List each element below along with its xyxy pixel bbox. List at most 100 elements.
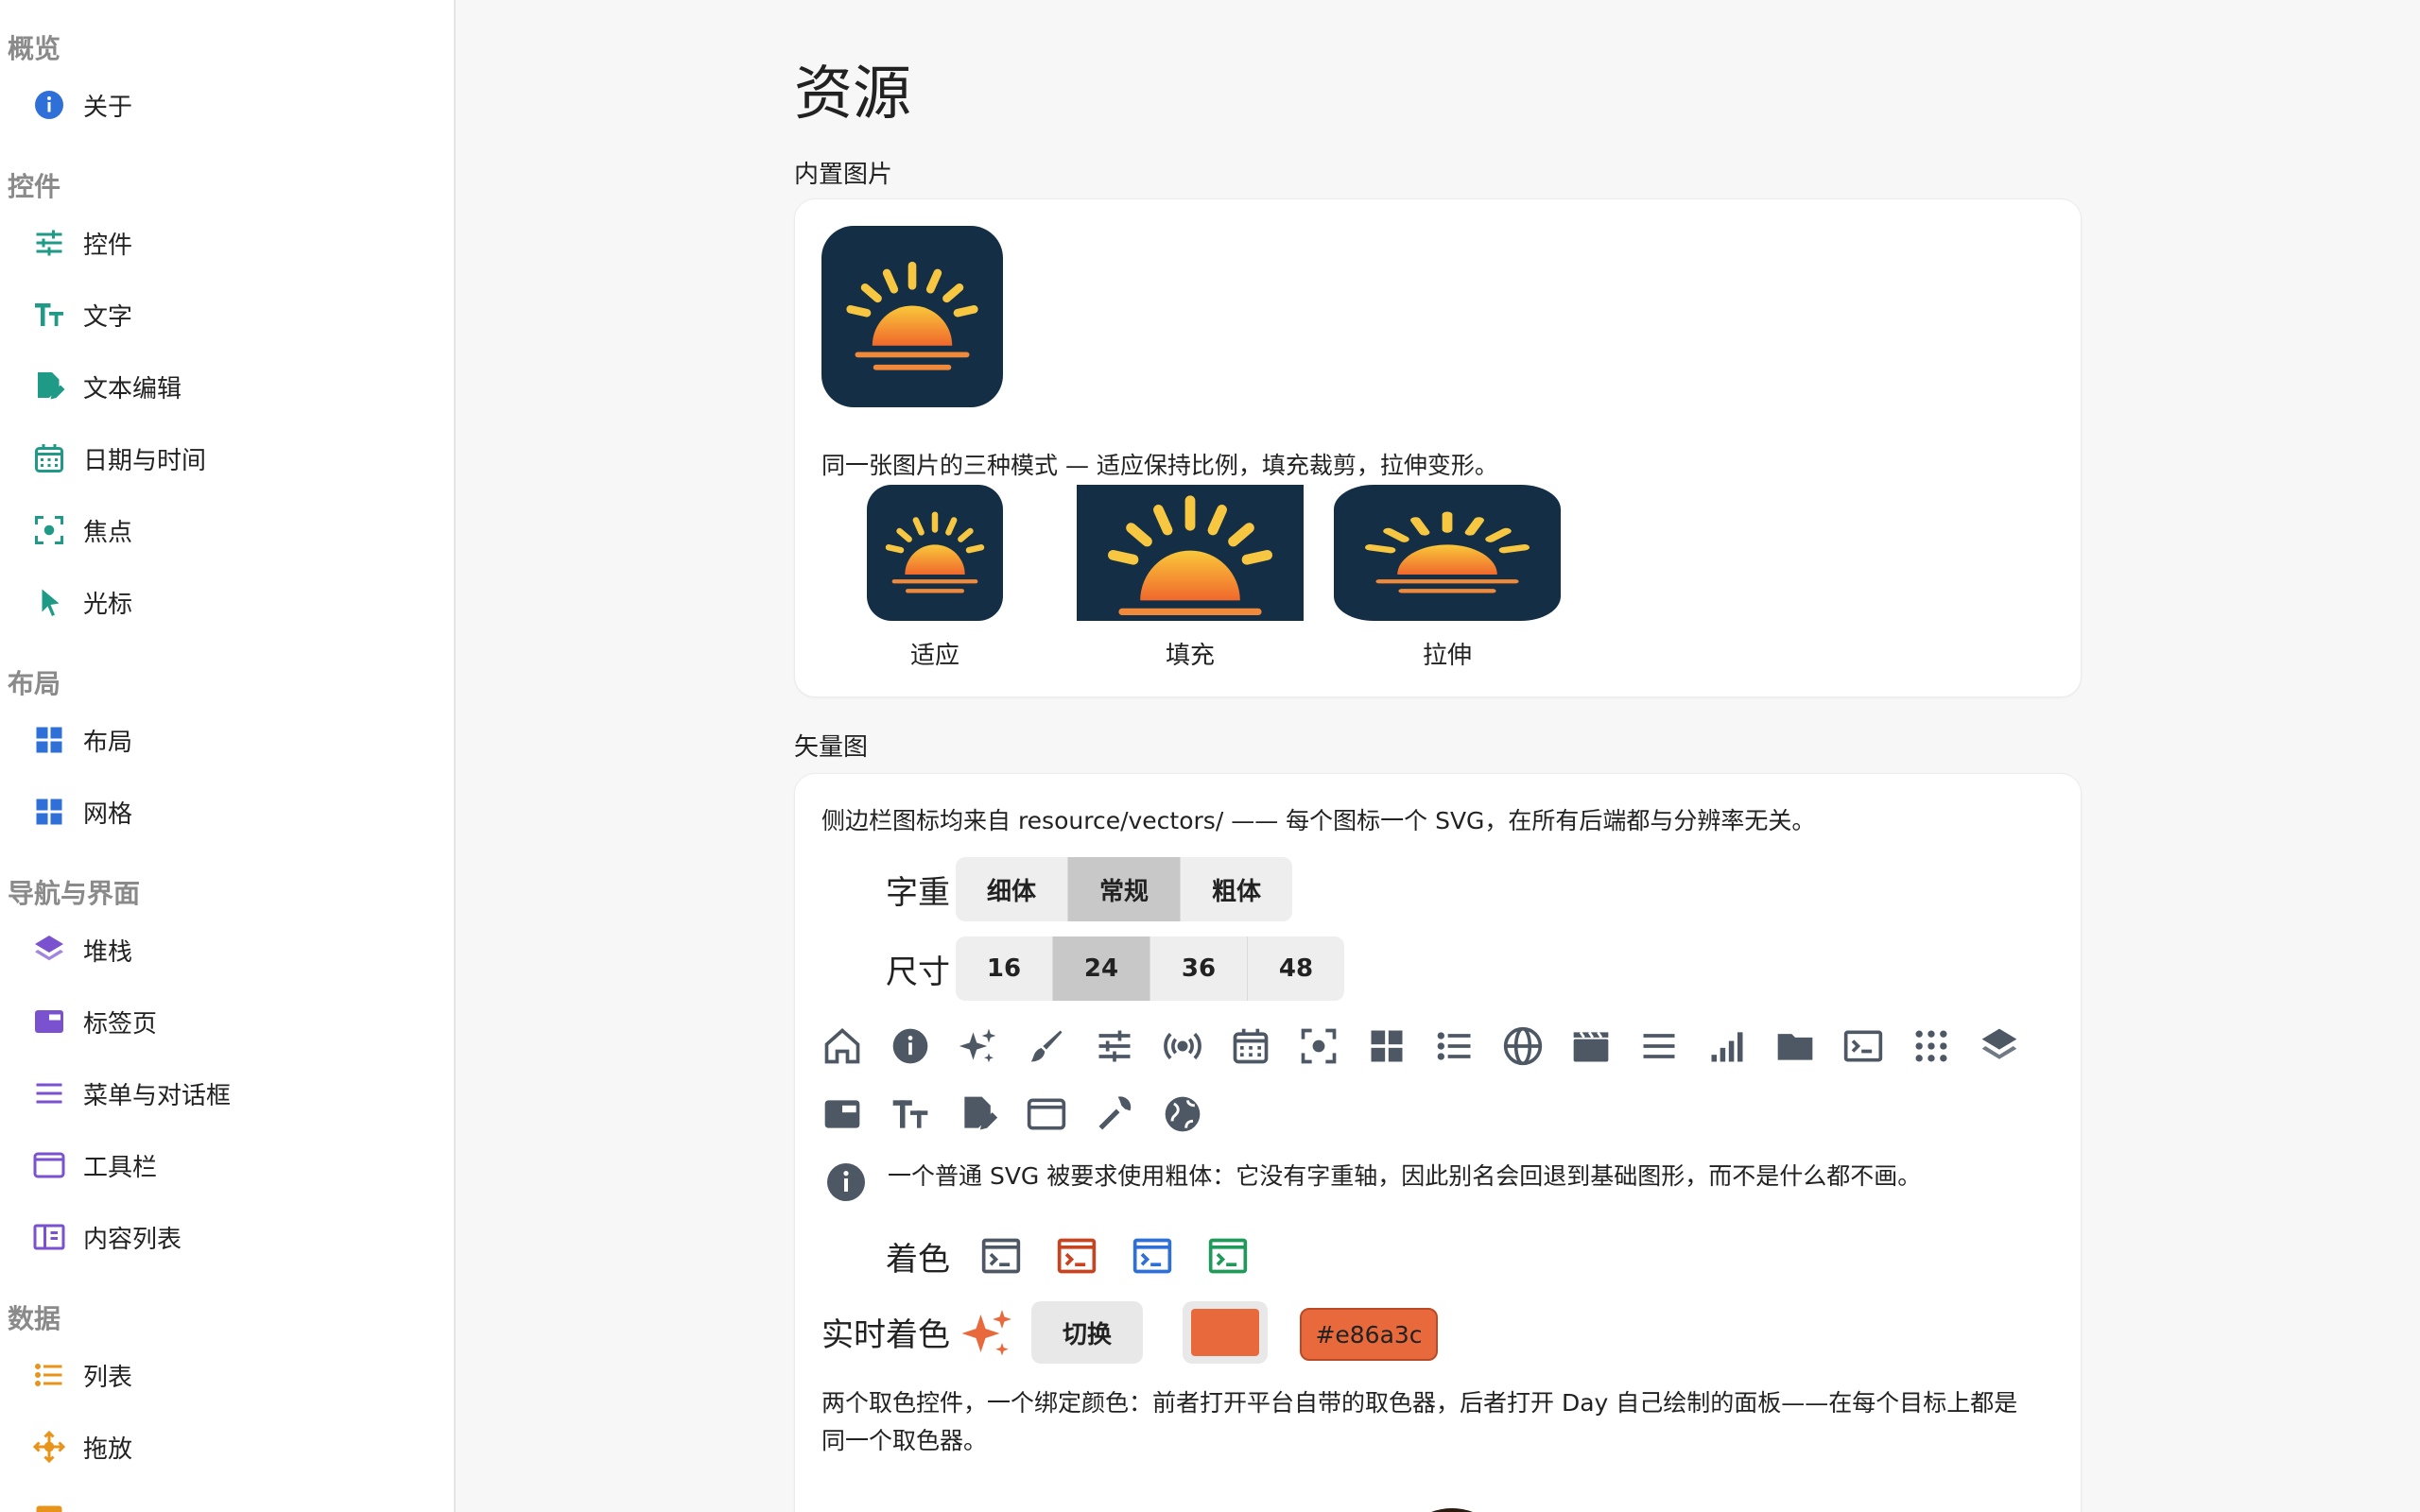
sidebar-section-data: 数据 bbox=[8, 1303, 61, 1334]
layers-icon[interactable] bbox=[1975, 1022, 2024, 1071]
globe-filled-icon[interactable] bbox=[1158, 1090, 1207, 1139]
size-48-button[interactable]: 48 bbox=[1248, 936, 1344, 1001]
sidebar-section-controls: 控件 bbox=[8, 171, 61, 202]
document-edit-icon bbox=[19, 357, 79, 416]
sidebar-item-table[interactable]: … bbox=[19, 1489, 435, 1512]
size-segmented: 16 24 36 48 bbox=[956, 936, 1344, 1001]
color-picker-explanation: 两个取色控件，一个绑定颜色：前者打开平台自带的取色器，后者打开 Day 自己绘制… bbox=[821, 1389, 2018, 1454]
sliders-icon[interactable] bbox=[1090, 1022, 1139, 1071]
info-icon[interactable] bbox=[886, 1022, 935, 1071]
size-24-button[interactable]: 24 bbox=[1053, 936, 1150, 1001]
grid-icon[interactable] bbox=[1362, 1022, 1411, 1071]
sidebar-item-text[interactable]: 文字 bbox=[19, 285, 435, 344]
sidebar-item-menus[interactable]: 菜单与对话框 bbox=[19, 1064, 435, 1123]
sidebar-item-label: 内容列表 bbox=[83, 1225, 182, 1254]
sparkle-icon[interactable] bbox=[954, 1022, 1003, 1071]
sidebar-item-drag-drop[interactable]: 拖放 bbox=[19, 1418, 435, 1476]
sidebar-item-label: 堆栈 bbox=[83, 937, 133, 967]
globe-icon[interactable] bbox=[1498, 1022, 1547, 1071]
bar-chart-icon[interactable] bbox=[1703, 1022, 1752, 1071]
builtin-caption: 同一张图片的三种模式 — 适应保持比例，填充裁剪，拉伸变形。 bbox=[821, 452, 1498, 479]
mode-label-fill: 填充 bbox=[1165, 642, 1215, 670]
text-size-icon[interactable] bbox=[886, 1090, 935, 1139]
size-36-button[interactable]: 36 bbox=[1150, 936, 1248, 1001]
sidebar-item-cursor[interactable]: 光标 bbox=[19, 573, 435, 631]
sidebar-item-layout[interactable]: 布局 bbox=[19, 711, 435, 769]
sidebar-item-tabs[interactable]: 标签页 bbox=[19, 992, 435, 1051]
bold-fallback-note: 一个普通 SVG 被要求使用粗体：它没有字重轴，因此别名会回退到基础图形，而不是… bbox=[888, 1162, 1922, 1190]
builtin-images-card: 同一张图片的三种模式 — 适应保持比例，填充裁剪，拉伸变形。 适应 填充 拉伸 bbox=[794, 198, 2082, 697]
weight-regular-button[interactable]: 常规 bbox=[1068, 857, 1181, 921]
wrench-icon[interactable] bbox=[1090, 1090, 1139, 1139]
cursor-icon bbox=[19, 573, 79, 631]
day-color-picker[interactable]: #e86a3c bbox=[1300, 1308, 1438, 1361]
focus-icon[interactable] bbox=[1294, 1022, 1343, 1071]
broadcast-icon[interactable] bbox=[1158, 1022, 1207, 1071]
sidebar-item-label: 拖放 bbox=[83, 1435, 133, 1464]
book-icon bbox=[19, 1208, 79, 1266]
sidebar-item-label: 菜单与对话框 bbox=[83, 1081, 232, 1110]
calendar-icon[interactable] bbox=[1226, 1022, 1275, 1071]
text-size-icon bbox=[19, 285, 79, 344]
tint-label: 着色 bbox=[886, 1241, 950, 1279]
move-icon bbox=[19, 1418, 79, 1476]
sidebar-item-about[interactable]: 关于 bbox=[19, 76, 435, 134]
builtin-images-header: 内置图片 bbox=[794, 161, 893, 189]
grid-icon bbox=[19, 782, 79, 841]
weight-segmented: 细体 常规 粗体 bbox=[956, 857, 1292, 921]
clapperboard-icon[interactable] bbox=[1566, 1022, 1616, 1071]
note-info-icon bbox=[823, 1160, 869, 1205]
window-icon[interactable] bbox=[1022, 1090, 1071, 1139]
sparkle-icon bbox=[959, 1305, 1016, 1362]
menu-icon[interactable] bbox=[1634, 1022, 1684, 1071]
brush-icon[interactable] bbox=[1022, 1022, 1071, 1071]
weight-bold-button[interactable]: 粗体 bbox=[1181, 857, 1292, 921]
weight-thin-button[interactable]: 细体 bbox=[956, 857, 1068, 921]
layers-icon bbox=[19, 920, 79, 979]
home-icon[interactable] bbox=[818, 1022, 867, 1071]
folder-icon[interactable] bbox=[1771, 1022, 1820, 1071]
info-icon bbox=[19, 76, 79, 134]
vectors-card: 侧边栏图标均来自 resource/vectors/ —— 每个图标一个 SVG… bbox=[794, 773, 2082, 1512]
window-icon bbox=[19, 1136, 79, 1194]
sidebar-item-controls[interactable]: 控件 bbox=[19, 214, 435, 272]
sidebar: 概览 关于 控件 控件 文字 文本编辑 日期与时间 焦点 光标 布局 布局 网格… bbox=[0, 0, 456, 1512]
sidebar-item-label: 关于 bbox=[83, 93, 133, 122]
sidebar-item-label: … bbox=[83, 1504, 108, 1512]
tabs-icon[interactable] bbox=[818, 1090, 867, 1139]
weight-label: 字重 bbox=[886, 874, 950, 912]
live-tint-label: 实时着色 bbox=[821, 1316, 950, 1354]
sidebar-item-focus[interactable]: 焦点 bbox=[19, 501, 435, 559]
sidebar-item-content-list[interactable]: 内容列表 bbox=[19, 1208, 435, 1266]
sidebar-item-grid[interactable]: 网格 bbox=[19, 782, 435, 841]
sidebar-item-text-edit[interactable]: 文本编辑 bbox=[19, 357, 435, 416]
focus-icon bbox=[19, 501, 79, 559]
sidebar-section-overview: 概览 bbox=[8, 33, 61, 64]
sidebar-item-label: 日期与时间 bbox=[83, 446, 207, 475]
sidebar-item-label: 光标 bbox=[83, 590, 133, 619]
size-label: 尺寸 bbox=[886, 954, 950, 991]
page-title: 资源 bbox=[794, 59, 912, 128]
terminal-icon bbox=[1054, 1235, 1101, 1277]
document-edit-icon[interactable] bbox=[954, 1090, 1003, 1139]
list-icon[interactable] bbox=[1430, 1022, 1479, 1071]
terminal-icon[interactable] bbox=[1839, 1022, 1888, 1071]
sidebar-item-label: 列表 bbox=[83, 1363, 133, 1392]
sidebar-item-datetime[interactable]: 日期与时间 bbox=[19, 429, 435, 488]
mode-label-stretch: 拉伸 bbox=[1422, 642, 1472, 670]
sliders-icon bbox=[19, 214, 79, 272]
table-icon bbox=[19, 1489, 79, 1512]
sidebar-item-label: 文本编辑 bbox=[83, 374, 182, 404]
apps-icon[interactable] bbox=[1907, 1022, 1956, 1071]
sidebar-item-toolbar[interactable]: 工具栏 bbox=[19, 1136, 435, 1194]
toggle-button[interactable]: 切换 bbox=[1031, 1301, 1143, 1364]
image-stretch-preview bbox=[1334, 485, 1561, 621]
sidebar-item-list[interactable]: 列表 bbox=[19, 1346, 435, 1404]
sunrise-app-icon bbox=[821, 226, 1003, 407]
calendar-icon bbox=[19, 429, 79, 488]
main-content: 资源 内置图片 同一张图片的三种模式 — 适应保持比例，填充裁剪，拉伸变形。 适… bbox=[456, 0, 2420, 1512]
native-color-picker[interactable] bbox=[1183, 1301, 1268, 1364]
size-16-button[interactable]: 16 bbox=[956, 936, 1053, 1001]
sidebar-section-navigation: 导航与界面 bbox=[8, 878, 141, 909]
sidebar-item-stack[interactable]: 堆栈 bbox=[19, 920, 435, 979]
